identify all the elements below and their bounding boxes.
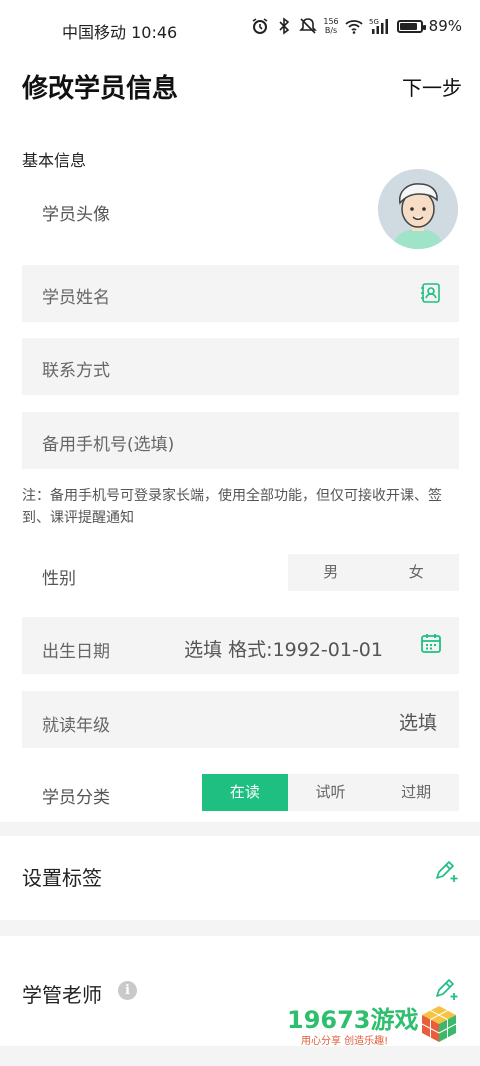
signal-icon: 5G <box>369 18 388 34</box>
grade-placeholder: 选填 <box>398 712 437 734</box>
contact-card-icon[interactable] <box>419 281 443 305</box>
backup-phone-field[interactable]: 备用手机号(选填) <box>22 412 459 469</box>
bluetooth-icon <box>279 17 290 35</box>
watermark-slogan: 用心分享 创造乐趣! <box>301 1036 389 1047</box>
status-bar: 中国移动 10:46 156 B/s 5G 89% <box>0 0 480 60</box>
birthday-placeholder: 选填 格式:1992-01-01 <box>184 639 383 661</box>
contact-placeholder: 联系方式 <box>42 361 110 381</box>
status-icons: 156 B/s 5G 89% <box>251 17 462 35</box>
academic-teacher-title: 学管老师 <box>22 983 102 1007</box>
cube-logo-icon <box>421 1006 457 1042</box>
category-option-enrolled[interactable]: 在读 <box>202 774 288 811</box>
edit-teacher-icon[interactable] <box>433 976 459 1002</box>
divider <box>0 920 480 936</box>
mute-icon <box>299 18 318 34</box>
gender-option-male[interactable]: 男 <box>288 554 374 591</box>
contact-field[interactable]: 联系方式 <box>22 338 459 395</box>
next-step-button[interactable]: 下一步 <box>402 72 462 101</box>
default-avatar-icon <box>378 169 458 249</box>
grade-field[interactable]: 就读年级 选填 <box>22 691 459 748</box>
student-name-placeholder: 学员姓名 <box>42 288 110 308</box>
birthday-field[interactable]: 出生日期 选填 格式:1992-01-01 <box>22 617 459 674</box>
category-label: 学员分类 <box>42 788 110 808</box>
category-option-trial[interactable]: 试听 <box>288 774 374 811</box>
edit-tags-icon[interactable] <box>433 858 459 884</box>
set-tags-title: 设置标签 <box>22 866 102 890</box>
battery-icon <box>396 19 426 33</box>
category-selector: 在读 试听 过期 <box>202 774 459 811</box>
avatar-label: 学员头像 <box>42 205 110 225</box>
student-avatar[interactable] <box>378 169 458 249</box>
page-title: 修改学员信息 <box>22 74 179 104</box>
grade-label: 就读年级 <box>42 716 110 736</box>
gender-label: 性别 <box>42 569 76 589</box>
alarm-icon <box>252 18 268 34</box>
wifi-icon <box>345 20 363 34</box>
carrier-time: 中国移动 10:46 <box>62 23 178 42</box>
gender-selector: 男 女 <box>288 554 459 591</box>
net-speed: 156 B/s <box>323 17 339 35</box>
battery-percent: 89% <box>428 17 462 35</box>
gender-option-female[interactable]: 女 <box>374 554 460 591</box>
category-option-expired[interactable]: 过期 <box>373 774 459 811</box>
svg-text:5G: 5G <box>369 18 379 26</box>
calendar-icon[interactable] <box>419 631 443 655</box>
student-name-field[interactable]: 学员姓名 <box>22 265 459 322</box>
watermark-brand: 19673游戏 <box>287 1006 419 1034</box>
backup-phone-note: 注：备用手机号可登录家长端，使用全部功能，但仅可接收开课、签到、课评提醒通知 <box>22 488 442 526</box>
birthday-label: 出生日期 <box>42 642 110 662</box>
watermark: 19673游戏 用心分享 创造乐趣! <box>287 1000 467 1050</box>
info-icon[interactable]: i <box>118 981 137 1000</box>
backup-phone-placeholder: 备用手机号(选填) <box>42 435 175 455</box>
section-title-basic-info: 基本信息 <box>22 151 87 170</box>
divider <box>0 822 480 836</box>
